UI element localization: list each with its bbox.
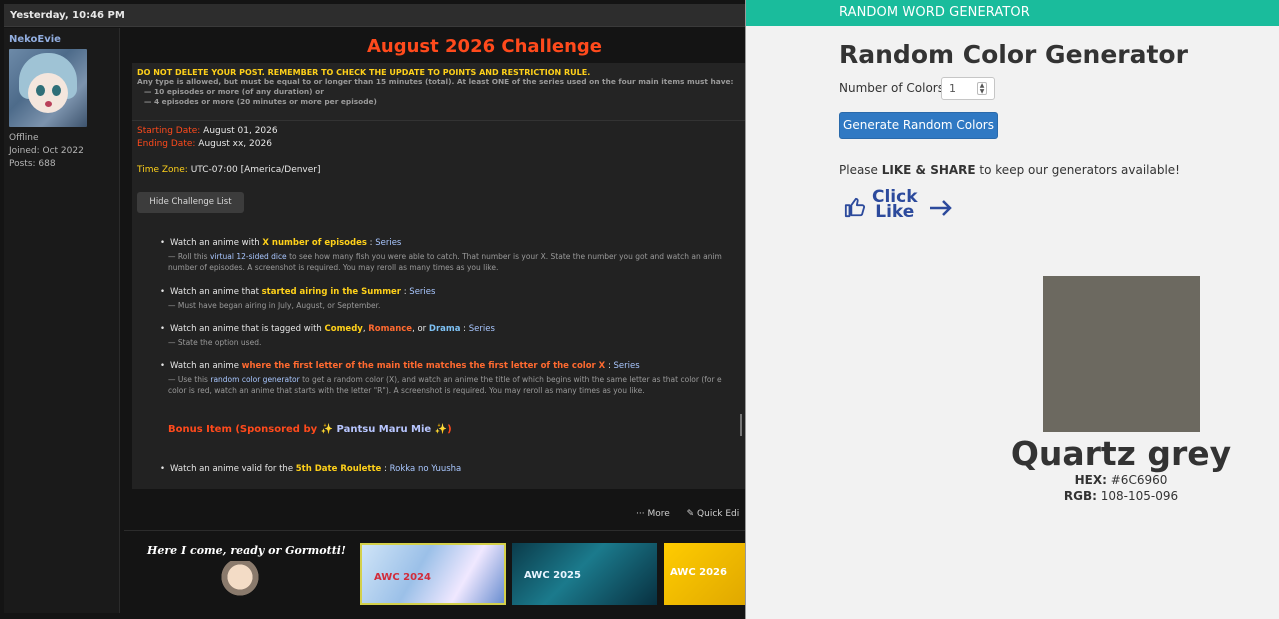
series-link[interactable]: Series: [375, 238, 401, 248]
awc-2026-banner[interactable]: AWC 2026: [664, 543, 745, 605]
hide-challenge-list-button[interactable]: Hide Challenge List: [137, 192, 244, 213]
series-link[interactable]: Rokka no Yuusha: [390, 464, 462, 474]
scrollbar-thumb[interactable]: [740, 414, 742, 436]
challenge-item-4: Watch an anime where the first letter of…: [160, 361, 722, 396]
signature-text: Here I come, ready or Gormotti!: [147, 544, 346, 557]
user-joined: Joined: Oct 2022: [9, 146, 84, 156]
signature-divider: [124, 530, 745, 531]
signature-character-image: [214, 561, 266, 601]
click-like-label: Click Like: [872, 187, 918, 222]
user-status: Offline: [9, 133, 39, 143]
site-brand-link[interactable]: RANDOM WORD GENERATOR: [839, 5, 1030, 20]
arrow-right-icon: [930, 200, 952, 216]
series-link[interactable]: Series: [409, 287, 435, 297]
challenge-item-2: Watch an anime that started airing in th…: [160, 287, 435, 311]
starting-date: Starting Date: August 01, 2026: [137, 126, 278, 136]
color-name: Quartz grey: [1010, 434, 1232, 473]
post-timestamp: Yesterday, 10:46 PM: [10, 10, 125, 21]
share-message: Please LIKE & SHARE to keep our generato…: [839, 163, 1180, 177]
page-title: Random Color Generator: [839, 40, 1188, 69]
color-generator-link[interactable]: random color generator: [210, 375, 299, 384]
series-link[interactable]: Series: [469, 324, 495, 334]
challenge-item-1: Watch an anime with X number of episodes…: [160, 238, 722, 273]
awc-2025-banner[interactable]: AWC 2025: [512, 543, 657, 605]
post-header: Yesterday, 10:46 PM: [4, 4, 745, 27]
challenge-title: August 2026 Challenge: [366, 36, 603, 57]
post-actions: ··· More ✎ Quick Edi: [636, 509, 745, 519]
forum-pane: Yesterday, 10:46 PM NekoEvie Offline Joi…: [0, 0, 745, 619]
click-like-button[interactable]: Click Like: [842, 187, 957, 226]
color-swatch: [1043, 276, 1200, 432]
site-top-bar: RANDOM WORD GENERATOR: [746, 0, 1279, 26]
rules-warning: DO NOT DELETE YOUR POST. REMEMBER TO CHE…: [137, 68, 591, 77]
generator-pane: RANDOM WORD GENERATOR Random Color Gener…: [745, 0, 1279, 619]
thumbs-up-icon: [844, 197, 866, 218]
series-link[interactable]: Series: [614, 361, 640, 371]
user-info-column: NekoEvie Offline Joined: Oct 2022 Posts:…: [4, 28, 120, 613]
screen: Yesterday, 10:46 PM NekoEvie Offline Joi…: [0, 0, 1279, 619]
hex-value: HEX: #6C6960: [1074, 473, 1168, 487]
time-zone: Time Zone: UTC-07:00 [America/Denver]: [137, 165, 321, 175]
post-body: August 2026 Challenge DO NOT DELETE YOUR…: [132, 28, 745, 528]
dice-link[interactable]: virtual 12-sided dice: [210, 252, 287, 261]
number-of-colors-input[interactable]: 1 ▲ ▼: [941, 77, 995, 100]
rgb-value: RGB: 108-105-096: [1063, 489, 1179, 503]
number-of-colors-label: Number of Colors:: [839, 81, 949, 95]
user-avatar[interactable]: [9, 49, 87, 127]
challenge-item-3: Watch an anime that is tagged with Comed…: [160, 324, 495, 348]
bonus-item: Watch an anime valid for the 5th Date Ro…: [160, 464, 461, 474]
username-link[interactable]: NekoEvie: [9, 34, 61, 45]
rules-line-2: — 10 episodes or more (of any duration) …: [144, 87, 324, 96]
rules-line-1: Any type is allowed, but must be equal t…: [137, 77, 734, 86]
generate-random-colors-button[interactable]: Generate Random Colors: [839, 112, 998, 139]
user-posts: Posts: 688: [9, 159, 56, 169]
awc-2024-banner[interactable]: AWC 2024: [360, 543, 506, 605]
bonus-heading: Bonus Item (Sponsored by ✨ Pantsu Maru M…: [168, 424, 452, 435]
challenge-box: Starting Date: August 01, 2026 Ending Da…: [132, 120, 745, 489]
user-meta: Offline Joined: Oct 2022 Posts: 688: [9, 132, 84, 171]
quick-edit-button[interactable]: ✎ Quick Edi: [687, 509, 740, 519]
rules-line-3: — 4 episodes or more (20 minutes or more…: [144, 97, 377, 106]
spinner-arrows-icon[interactable]: ▲ ▼: [977, 82, 987, 95]
ending-date: Ending Date: August xx, 2026: [137, 139, 272, 149]
more-button[interactable]: ··· More: [636, 509, 670, 519]
